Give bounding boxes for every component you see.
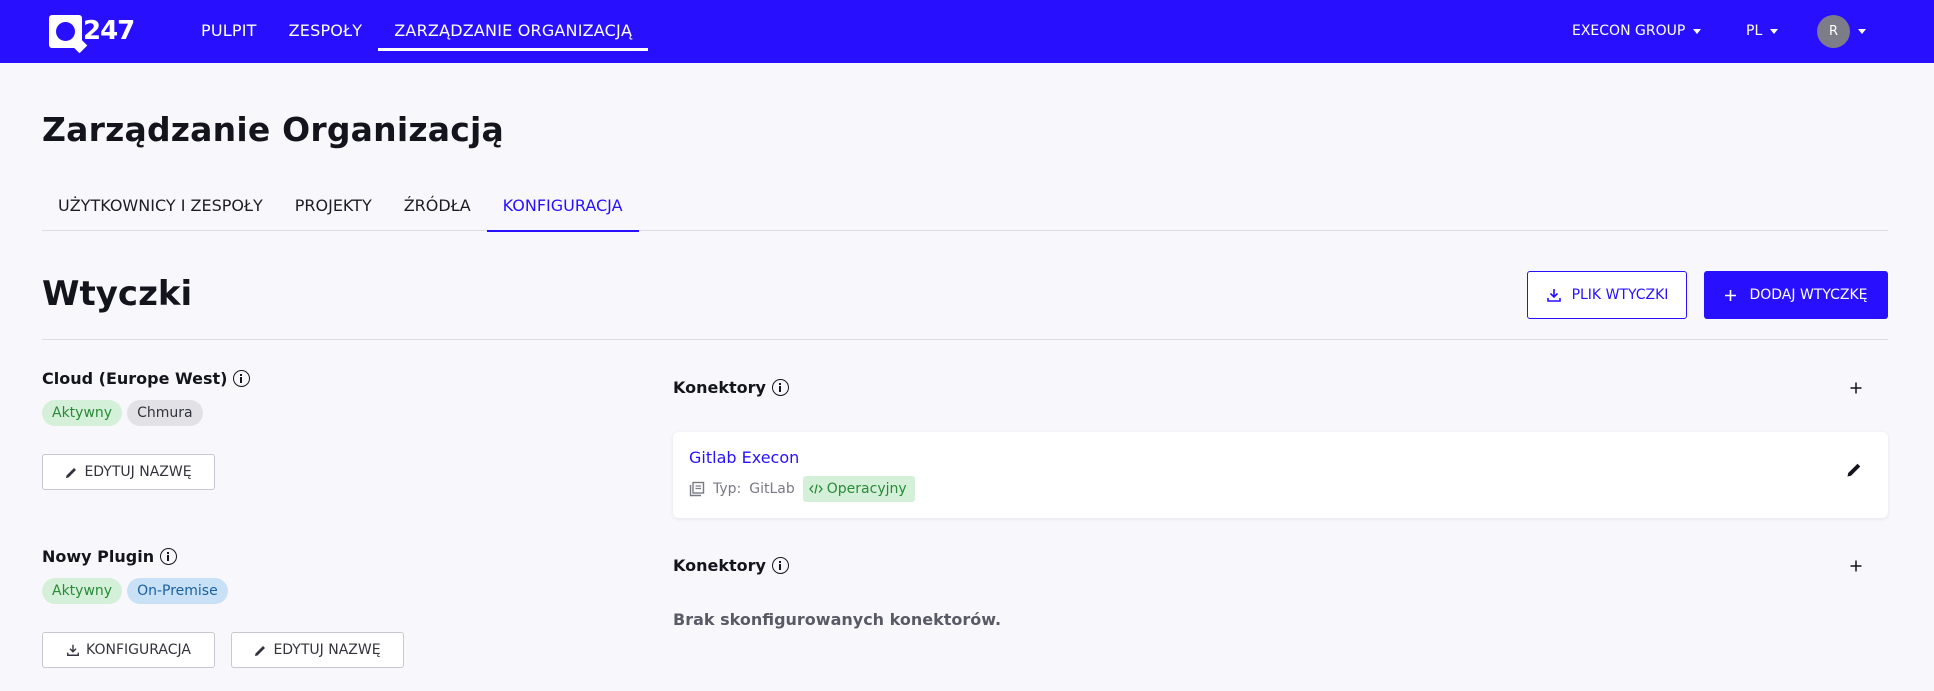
pencil-icon — [1847, 463, 1861, 477]
nav-item-organization[interactable]: ZARZĄDZANIE ORGANIZACJĄ — [378, 0, 648, 63]
tab-users-teams[interactable]: UŻYTKOWNICY I ZESPOŁY — [42, 187, 279, 231]
pencil-icon — [66, 467, 77, 478]
tab-sources[interactable]: ŹRÓDŁA — [388, 187, 487, 231]
connector-card: Gitlab Execon Typ: GitLab Operacyjny — [673, 432, 1888, 518]
tab-configuration[interactable]: KONFIGURACJA — [486, 187, 639, 232]
add-connector-button[interactable] — [1850, 374, 1862, 400]
divider — [42, 339, 1888, 340]
logo-text: 247 — [83, 16, 135, 46]
pencil-icon — [255, 645, 266, 656]
connector-meta: Typ: GitLab Operacyjny — [689, 476, 915, 502]
section-title: Wtyczki — [42, 274, 193, 314]
status-badge: Aktywny — [42, 578, 123, 604]
code-icon — [808, 484, 823, 494]
language-dropdown[interactable]: PL — [1746, 0, 1779, 63]
plugin-name-text: Cloud (Europe West) — [42, 369, 228, 388]
connector-type-label: Typ: — [713, 481, 742, 497]
plugin-name-text: Nowy Plugin — [42, 547, 155, 566]
organization-label: EXECON GROUP — [1572, 23, 1686, 39]
plugin-file-label: PLIK WTYCZKI — [1571, 287, 1669, 303]
plugin-name: Nowy Plugin — [42, 547, 178, 566]
library-icon — [689, 481, 705, 497]
connectors-title: Konektory — [673, 378, 789, 397]
connector-mode-text: Operacyjny — [826, 481, 907, 497]
nav-item-zespoly[interactable]: ZESPOŁY — [273, 0, 379, 63]
chevron-down-icon — [1858, 29, 1866, 34]
connector-mode-badge: Operacyjny — [802, 476, 915, 502]
download-icon — [67, 644, 79, 656]
avatar: R — [1817, 15, 1850, 48]
main-nav: PULPIT ZESPOŁY ZARZĄDZANIE ORGANIZACJĄ — [185, 0, 648, 63]
nav-item-pulpit[interactable]: PULPIT — [185, 0, 273, 63]
page-title: Zarządzanie Organizacją — [42, 110, 504, 149]
edit-name-button[interactable]: EDYTUJ NAZWĘ — [42, 454, 215, 490]
info-icon[interactable] — [771, 378, 789, 396]
edit-name-label: EDYTUJ NAZWĘ — [84, 464, 192, 480]
plugin-file-button[interactable]: PLIK WTYCZKI — [1527, 271, 1687, 319]
connector-name-link[interactable]: Gitlab Execon — [689, 448, 799, 467]
top-navigation-bar: 247 PULPIT ZESPOŁY ZARZĄDZANIE ORGANIZAC… — [0, 0, 1934, 63]
language-label: PL — [1746, 23, 1763, 39]
edit-name-label: EDYTUJ NAZWĘ — [273, 642, 381, 658]
tab-bar: UŻYTKOWNICY I ZESPOŁY PROJEKTY ŹRÓDŁA KO… — [42, 187, 1888, 232]
download-icon — [1546, 289, 1561, 302]
add-connector-button[interactable] — [1850, 552, 1862, 578]
logo[interactable]: 247 — [49, 14, 135, 48]
connector-type-value: GitLab — [749, 481, 795, 497]
info-icon[interactable] — [233, 370, 251, 387]
connectors-title-text: Konektory — [673, 377, 766, 397]
plus-icon — [1850, 382, 1862, 394]
edit-name-button[interactable]: EDYTUJ NAZWĘ — [231, 632, 404, 668]
plugin-badges: Aktywny Chmura — [42, 400, 203, 426]
connectors-header: Konektory — [673, 550, 1888, 580]
connectors-header: Konektory — [673, 372, 1888, 402]
tab-projects[interactable]: PROJEKTY — [279, 187, 388, 231]
info-icon[interactable] — [771, 556, 789, 574]
edit-connector-button[interactable] — [1846, 462, 1862, 482]
user-menu[interactable]: R — [1817, 15, 1866, 48]
add-plugin-button[interactable]: DODAJ WTYCZKĘ — [1704, 271, 1888, 319]
type-badge: On-Premise — [127, 578, 228, 604]
connectors-title: Konektory — [673, 556, 789, 575]
empty-connectors-text: Brak skonfigurowanych konektorów. — [673, 610, 1002, 629]
plus-icon — [1725, 289, 1737, 301]
configuration-download-button[interactable]: KONFIGURACJA — [42, 632, 215, 668]
connectors-title-text: Konektory — [673, 555, 766, 575]
plus-icon — [1850, 560, 1862, 572]
add-plugin-label: DODAJ WTYCZKĘ — [1749, 287, 1868, 303]
plugin-name: Cloud (Europe West) — [42, 369, 251, 388]
chevron-down-icon — [1693, 28, 1702, 34]
chevron-down-icon — [1770, 28, 1779, 34]
status-badge: Aktywny — [42, 400, 123, 426]
logo-q-icon — [49, 14, 82, 48]
configuration-label: KONFIGURACJA — [86, 642, 191, 658]
info-icon[interactable] — [160, 548, 178, 565]
type-badge: Chmura — [127, 400, 203, 426]
plugin-badges: Aktywny On-Premise — [42, 578, 228, 604]
organization-dropdown[interactable]: EXECON GROUP — [1572, 0, 1702, 63]
